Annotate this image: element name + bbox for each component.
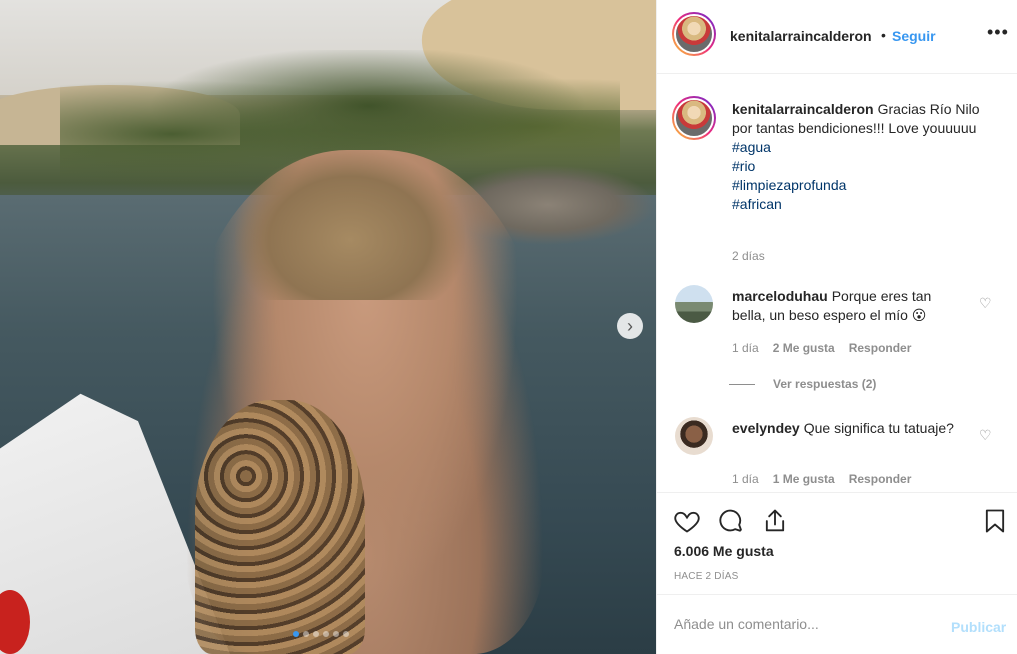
slide-dot [343,631,349,637]
hashtag-link[interactable]: #african [732,195,1002,214]
comment-meta: 1 día 1 Me gusta Responder [732,472,911,486]
comment-like-heart-icon[interactable]: ♡ [979,295,992,312]
view-replies-label: Ver respuestas (2) [773,377,877,391]
chevron-right-icon: › [627,316,633,336]
post-likes-count[interactable]: 6.006 Me gusta [674,543,774,559]
caption-text-block: kenitalarraincalderon Gracias Río Nilo po… [732,100,1002,214]
comment-like-heart-icon[interactable]: ♡ [979,427,992,444]
slide-dot [333,631,339,637]
comment-text-block: marceloduhau Porque eres tan bella, un be… [732,287,962,325]
caption-username[interactable]: kenitalarraincalderon [732,101,874,117]
share-icon[interactable] [761,507,789,535]
hashtag-link[interactable]: #agua [732,138,1002,157]
comment-input[interactable] [674,613,934,635]
photo-swimsuit [195,400,365,654]
next-slide-button[interactable]: › [617,313,643,339]
view-replies-button[interactable]: Ver respuestas (2) [729,377,876,391]
comment-text: Que significa tu tatuaje? [803,420,954,436]
slide-dot [293,631,299,637]
reply-button[interactable]: Responder [849,472,912,486]
follow-button[interactable]: Seguir [892,28,936,44]
caption-timestamp[interactable]: 2 días [732,249,765,263]
ellipsis-icon[interactable]: ••• [987,22,1009,43]
slide-dot [323,631,329,637]
post-header: kenitalarraincalderon • Seguir ••• [657,0,1017,74]
comment-icon[interactable] [717,507,745,535]
separator-dot: • [881,27,886,43]
comment-text-block: evelyndey Que significa tu tatuaje? [732,419,962,438]
slide-indicator [293,631,349,637]
post-photo[interactable]: › [0,0,656,654]
comment-timestamp[interactable]: 1 día [732,472,759,486]
heart-icon[interactable] [673,507,701,535]
add-comment-bar: Publicar [657,594,1017,654]
commenter-username[interactable]: evelyndey [732,420,800,436]
comment-likes[interactable]: 1 Me gusta [773,472,835,486]
comment-likes[interactable]: 2 Me gusta [773,341,835,355]
author-avatar[interactable] [672,12,716,56]
hashtag-link[interactable]: #rio [732,157,1002,176]
hashtag-link[interactable]: #limpiezaprofunda [732,176,1002,195]
post-side-panel: kenitalarraincalderon • Seguir ••• kenit… [656,0,1017,654]
commenter-username[interactable]: marceloduhau [732,288,828,304]
bookmark-icon[interactable] [981,507,1009,535]
reply-button[interactable]: Responder [849,341,912,355]
caption-avatar[interactable] [672,96,716,140]
post-date[interactable]: HACE 2 DÍAS [674,571,738,582]
slide-dot [313,631,319,637]
slide-dot [303,631,309,637]
comment-meta: 1 día 2 Me gusta Responder [732,341,911,355]
commenter-avatar[interactable] [675,417,713,455]
comment-timestamp[interactable]: 1 día [732,341,759,355]
author-username[interactable]: kenitalarraincalderon [730,28,872,44]
replies-line [729,383,755,385]
commenter-avatar[interactable] [675,285,713,323]
photo-hair [235,150,465,300]
publish-button[interactable]: Publicar [951,619,1006,635]
